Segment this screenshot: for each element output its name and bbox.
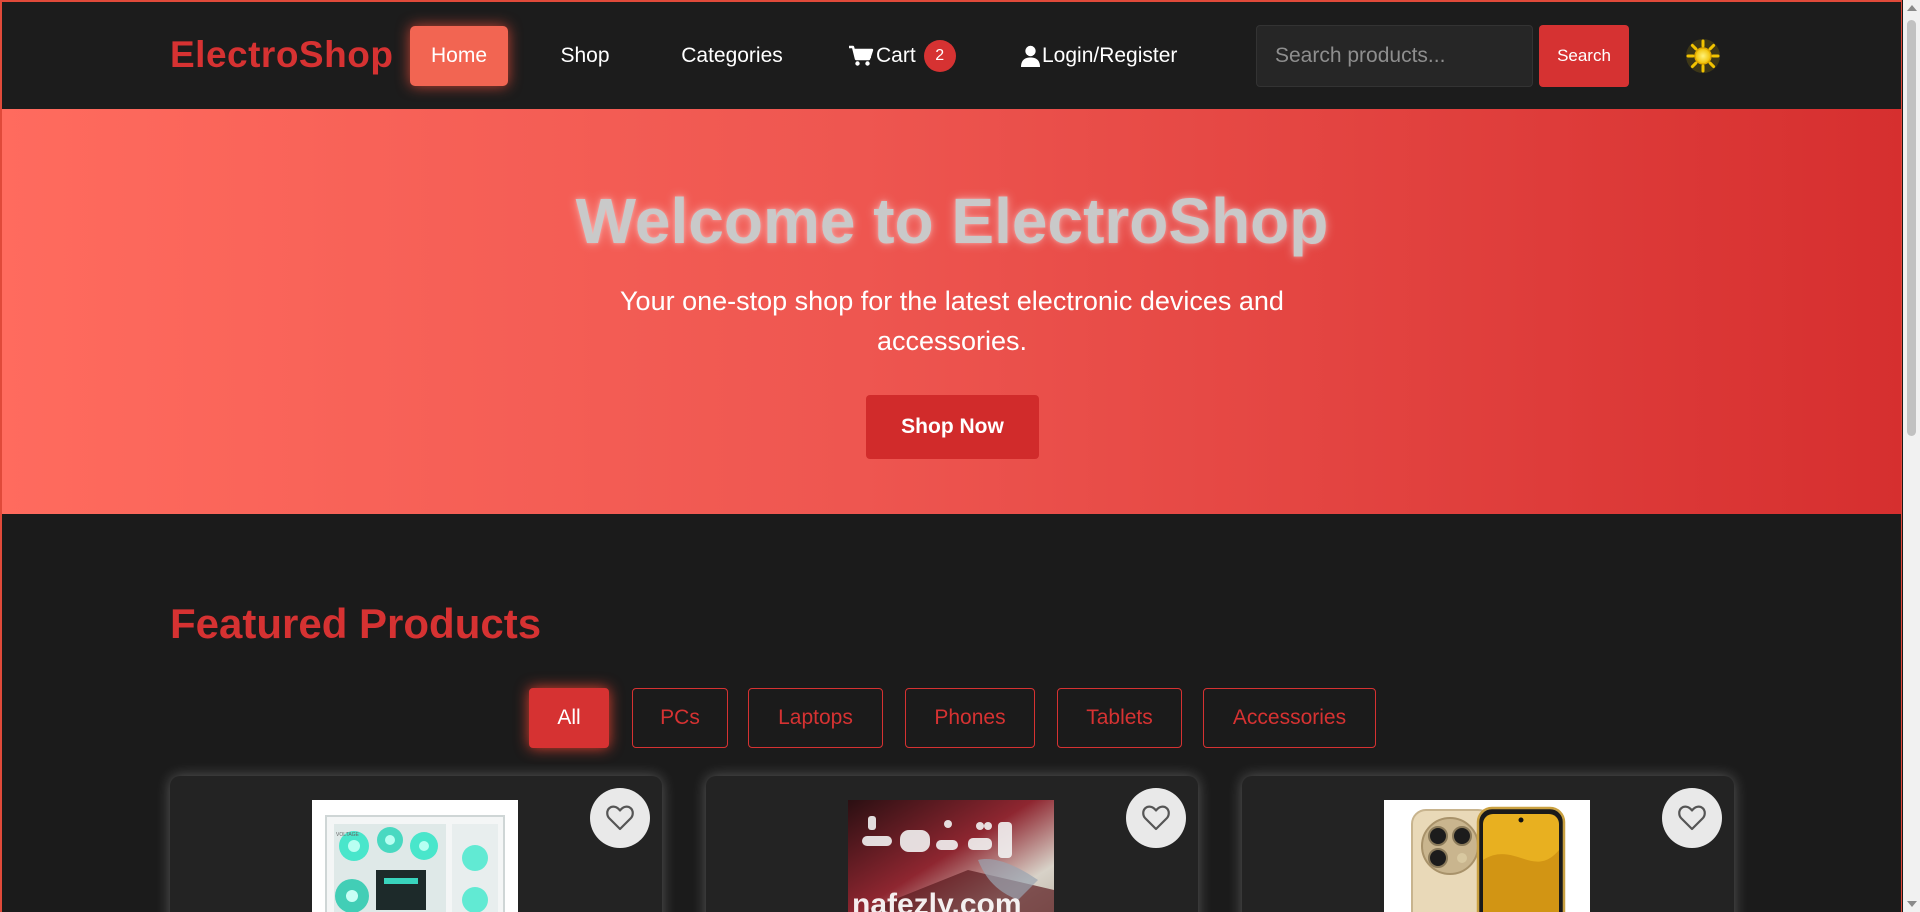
pc-case-image: VOLTAGE: [312, 800, 518, 912]
svg-text:nafezly.com: nafezly.com: [852, 888, 1022, 912]
search-button[interactable]: Search: [1539, 25, 1629, 87]
page: ElectroShop Home Shop Categories Cart 2 …: [0, 0, 1902, 912]
favorite-button[interactable]: [1126, 788, 1186, 848]
cart-count-badge: 2: [923, 40, 956, 72]
filter-all-button[interactable]: All: [529, 688, 609, 748]
filter-phones-button[interactable]: Phones: [905, 688, 1035, 748]
laptop-image: nafezly.com: [848, 800, 1054, 912]
product-image-phone[interactable]: [1384, 800, 1590, 912]
filter-tablets-button[interactable]: Tablets: [1057, 688, 1182, 748]
scroll-thumb[interactable]: [1907, 20, 1916, 436]
hero-title: Welcome to ElectroShop: [575, 185, 1329, 257]
page-scrollbar[interactable]: [1903, 0, 1920, 912]
hero-banner: Welcome to ElectroShop Your one-stop sho…: [2, 109, 1901, 514]
heart-icon: [1678, 805, 1706, 831]
nav-shop-link[interactable]: Shop: [542, 26, 628, 86]
heart-icon: [606, 805, 634, 831]
favorite-button[interactable]: [1662, 788, 1722, 848]
search-input[interactable]: [1256, 25, 1533, 87]
svg-text:VOLTAGE: VOLTAGE: [336, 832, 360, 838]
product-image-pc[interactable]: VOLTAGE: [312, 800, 518, 912]
filter-accessories-button[interactable]: Accessories: [1203, 688, 1376, 748]
product-card[interactable]: VOLTAGE: [170, 776, 662, 912]
user-icon: [1021, 45, 1040, 67]
nav-home-link[interactable]: Home: [410, 26, 508, 86]
product-card[interactable]: nafezly.com: [706, 776, 1198, 912]
sun-icon[interactable]: [1685, 38, 1721, 74]
login-label: Login/Register: [1042, 44, 1178, 67]
category-filter-bar: All PCs Laptops Phones Tablets Accessori…: [2, 688, 1901, 748]
navbar: ElectroShop Home Shop Categories Cart 2 …: [2, 2, 1901, 109]
nav-categories-link[interactable]: Categories: [662, 26, 802, 86]
cart-icon: [849, 45, 874, 66]
featured-products-title: Featured Products: [170, 600, 542, 647]
nav-cart-link[interactable]: Cart 2: [848, 26, 968, 86]
favorite-button[interactable]: [590, 788, 650, 848]
scroll-up-arrow[interactable]: [1907, 5, 1917, 11]
cart-label: Cart: [876, 44, 916, 67]
product-card[interactable]: [1242, 776, 1734, 912]
scroll-down-arrow[interactable]: [1907, 901, 1917, 907]
product-image-laptop[interactable]: nafezly.com: [848, 800, 1054, 912]
shop-now-button[interactable]: Shop Now: [866, 395, 1039, 459]
heart-icon: [1142, 805, 1170, 831]
filter-pcs-button[interactable]: PCs: [632, 688, 728, 748]
hero-subtitle: Your one-stop shop for the latest electr…: [620, 286, 1284, 356]
filter-laptops-button[interactable]: Laptops: [748, 688, 883, 748]
smartphone-image: [1384, 800, 1590, 912]
site-logo[interactable]: ElectroShop: [170, 34, 393, 76]
nav-login-link[interactable]: Login/Register: [1020, 26, 1198, 86]
